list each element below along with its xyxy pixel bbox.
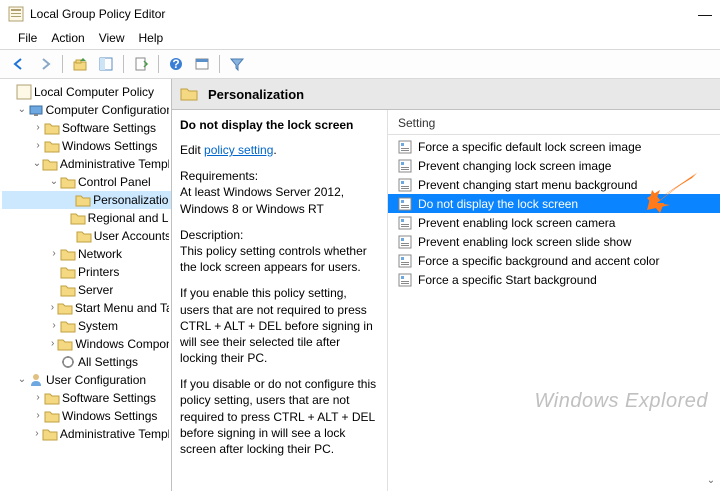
titlebar: Local Group Policy Editor — bbox=[0, 0, 720, 27]
tree-windows-settings[interactable]: ›Windows Settings bbox=[2, 137, 171, 155]
tree-user-config[interactable]: ⌄User Configuration bbox=[2, 371, 171, 389]
app-icon bbox=[8, 6, 24, 22]
content-title: Personalization bbox=[208, 87, 304, 102]
help-button[interactable]: ? bbox=[164, 52, 188, 76]
scroll-down-icon[interactable]: ⌄ bbox=[704, 475, 718, 489]
requirements: Requirements:At least Windows Server 201… bbox=[180, 168, 377, 217]
forward-button[interactable] bbox=[33, 52, 57, 76]
watermark: Windows Explored bbox=[535, 390, 708, 413]
tree-pane[interactable]: Local Computer Policy ⌄Computer Configur… bbox=[0, 79, 172, 491]
main-split: Local Computer Policy ⌄Computer Configur… bbox=[0, 79, 720, 491]
expand-icon[interactable]: › bbox=[32, 119, 44, 137]
column-header-setting[interactable]: Setting bbox=[388, 110, 720, 135]
list-item[interactable]: Prevent enabling lock screen camera bbox=[388, 213, 720, 232]
settings-list[interactable]: Setting Force a specific default lock sc… bbox=[388, 110, 720, 491]
tree-network[interactable]: ›Network bbox=[2, 245, 171, 263]
edit-policy-line: Edit policy setting. bbox=[180, 142, 377, 158]
expand-icon[interactable]: › bbox=[32, 425, 42, 443]
description-pane: Do not display the lock screen Edit poli… bbox=[172, 110, 388, 491]
toolbar-separator bbox=[158, 55, 159, 73]
expand-icon[interactable]: › bbox=[48, 317, 60, 335]
setting-title: Do not display the lock screen bbox=[180, 118, 377, 132]
policy-icon bbox=[398, 197, 412, 211]
list-item[interactable]: Force a specific default lock screen ima… bbox=[388, 137, 720, 156]
tree-system[interactable]: ›System bbox=[2, 317, 171, 335]
expand-icon[interactable]: › bbox=[48, 299, 57, 317]
right-pane: Personalization Do not display the lock … bbox=[172, 79, 720, 491]
filter-button[interactable] bbox=[225, 52, 249, 76]
list-item[interactable]: Prevent changing lock screen image bbox=[388, 156, 720, 175]
list-item[interactable]: Force a specific background and accent c… bbox=[388, 251, 720, 270]
policy-icon bbox=[398, 178, 412, 192]
tree-windows-settings-2[interactable]: ›Windows Settings bbox=[2, 407, 171, 425]
toolbar-separator bbox=[123, 55, 124, 73]
toolbar-separator bbox=[62, 55, 63, 73]
expand-icon[interactable]: › bbox=[32, 137, 44, 155]
expand-icon[interactable]: ⌄ bbox=[16, 101, 28, 119]
tree-control-panel[interactable]: ⌄Control Panel bbox=[2, 173, 171, 191]
tree-admin-templates-2[interactable]: ›Administrative Templates bbox=[2, 425, 171, 443]
tree-regional[interactable]: Regional and Language Options bbox=[2, 209, 171, 227]
tree-computer-config[interactable]: ⌄Computer Configuration bbox=[2, 101, 171, 119]
policy-setting-link[interactable]: policy setting bbox=[204, 143, 273, 157]
tree-server[interactable]: Server bbox=[2, 281, 171, 299]
export-button[interactable] bbox=[129, 52, 153, 76]
tree-root[interactable]: Local Computer Policy bbox=[2, 83, 171, 101]
tree-start-menu[interactable]: ›Start Menu and Taskbar bbox=[2, 299, 171, 317]
expand-icon[interactable]: › bbox=[48, 245, 60, 263]
menu-file[interactable]: File bbox=[18, 31, 37, 45]
policy-icon bbox=[398, 254, 412, 268]
folder-icon bbox=[180, 85, 198, 103]
policy-icon bbox=[398, 235, 412, 249]
policy-icon bbox=[398, 273, 412, 287]
menu-action[interactable]: Action bbox=[51, 31, 84, 45]
tree-all-settings[interactable]: All Settings bbox=[2, 353, 171, 371]
expand-icon[interactable]: ⌄ bbox=[48, 173, 60, 191]
menubar: File Action View Help bbox=[0, 27, 720, 49]
up-button[interactable] bbox=[68, 52, 92, 76]
menu-view[interactable]: View bbox=[99, 31, 125, 45]
show-hide-button[interactable] bbox=[94, 52, 118, 76]
tree-user-accounts[interactable]: User Accounts bbox=[2, 227, 171, 245]
list-item-selected[interactable]: Do not display the lock screen bbox=[388, 194, 720, 213]
window-title: Local Group Policy Editor bbox=[30, 7, 672, 21]
policy-icon bbox=[398, 159, 412, 173]
expand-icon[interactable]: › bbox=[32, 389, 44, 407]
tree-software-settings-2[interactable]: ›Software Settings bbox=[2, 389, 171, 407]
tree-printers[interactable]: Printers bbox=[2, 263, 171, 281]
description-p3: If you disable or do not configure this … bbox=[180, 376, 377, 457]
expand-icon[interactable]: ⌄ bbox=[32, 155, 42, 173]
tree-personalization[interactable]: Personalization bbox=[2, 191, 171, 209]
toolbar-separator bbox=[219, 55, 220, 73]
body-split: Do not display the lock screen Edit poli… bbox=[172, 110, 720, 491]
menu-help[interactable]: Help bbox=[139, 31, 164, 45]
svg-text:?: ? bbox=[172, 57, 179, 71]
content-header: Personalization bbox=[172, 79, 720, 110]
policy-icon bbox=[398, 216, 412, 230]
tree-admin-templates[interactable]: ⌄Administrative Templates bbox=[2, 155, 171, 173]
description: Description:This policy setting controls… bbox=[180, 227, 377, 276]
back-button[interactable] bbox=[7, 52, 31, 76]
properties-button[interactable] bbox=[190, 52, 214, 76]
tree-software-settings[interactable]: ›Software Settings bbox=[2, 119, 171, 137]
tree-windows-components[interactable]: ›Windows Components bbox=[2, 335, 171, 353]
list-item[interactable]: Force a specific Start background bbox=[388, 270, 720, 289]
expand-icon[interactable]: ⌄ bbox=[16, 371, 28, 389]
expand-icon[interactable]: › bbox=[32, 407, 44, 425]
minimize-button[interactable]: — bbox=[672, 6, 712, 22]
policy-icon bbox=[398, 140, 412, 154]
toolbar: ? bbox=[0, 49, 720, 79]
list-item[interactable]: Prevent enabling lock screen slide show bbox=[388, 232, 720, 251]
expand-icon[interactable]: › bbox=[48, 335, 57, 353]
description-p2: If you enable this policy setting, users… bbox=[180, 285, 377, 366]
list-item[interactable]: Prevent changing start menu background bbox=[388, 175, 720, 194]
